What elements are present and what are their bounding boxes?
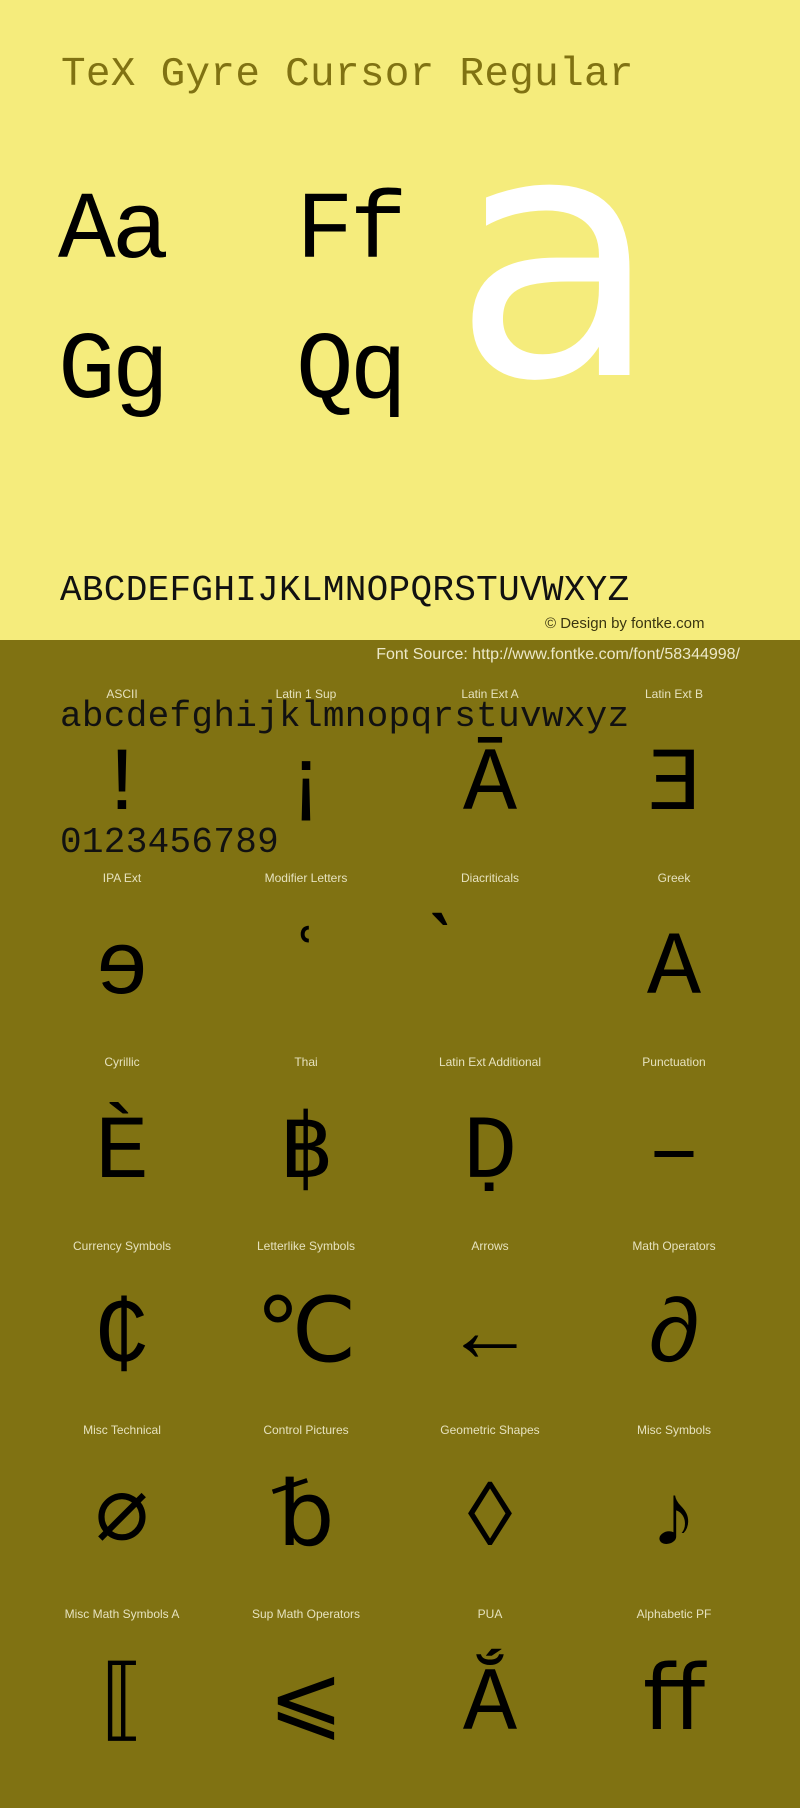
block-sample-glyph: Ǝ: [646, 735, 701, 837]
unicode-block-cell: Punctuation –: [582, 1054, 766, 1238]
block-label: Misc Symbols: [636, 1423, 711, 1437]
block-label: Latin Ext Additional: [438, 1055, 542, 1069]
block-label: Currency Symbols: [72, 1239, 172, 1253]
block-label: Greek: [657, 871, 691, 885]
specimen-header-panel: TeX Gyre Cursor Regular Aa Ff Gg Qq a AB…: [0, 0, 800, 863]
block-sample-glyph: ♪: [646, 1471, 701, 1573]
unicode-block-cell: Sup Math Operators ⩽: [214, 1606, 398, 1790]
unicode-block-cell: Currency Symbols ₵: [30, 1238, 214, 1422]
unicode-block-cell: Diacriticals̀: [398, 870, 582, 1054]
unicode-block-cell: Misc Symbols ♪: [582, 1422, 766, 1606]
block-sample-glyph: Ắ: [462, 1655, 517, 1757]
block-sample-glyph: ﬀ: [642, 1655, 705, 1757]
block-sample-glyph: ɘ: [94, 919, 149, 1021]
unicode-block-cell: Alphabetic PF ﬀ: [582, 1606, 766, 1790]
block-label: ASCII: [106, 687, 138, 701]
unicode-block-cell: PUA Ắ: [398, 1606, 582, 1790]
glyph-pair-gg: Gg: [58, 317, 169, 426]
block-sample-glyph: ℃: [255, 1287, 357, 1389]
glyph-pair-qq: Qq: [296, 317, 407, 426]
block-label: Cyrillic: [104, 1055, 140, 1069]
block-sample-glyph: ฿: [278, 1103, 334, 1205]
unicode-block-grid: ASCII! Latin 1 Sup ¡ Latin Ext A Ā Latin Ext …: [30, 686, 766, 1790]
block-sample-glyph: ₵: [94, 1287, 149, 1389]
block-label: Math Operators: [632, 1239, 716, 1253]
unicode-block-cell: Misc Technical ⌀: [30, 1422, 214, 1606]
block-label: Arrows: [471, 1239, 509, 1253]
unicode-block-cell: Latin Ext Additional Ḍ: [398, 1054, 582, 1238]
unicode-block-cell: Misc Math Symbols A ⟦: [30, 1606, 214, 1790]
block-label: Diacriticals: [460, 871, 519, 885]
block-label: Modifier Letters: [264, 871, 348, 885]
block-label: Geometric Shapes: [440, 1423, 540, 1437]
block-sample-glyph: ∂: [646, 1287, 701, 1389]
block-label: Misc Technical: [83, 1423, 161, 1437]
block-sample-glyph: ̀: [328, 900, 582, 1040]
block-label: Sup Math Operators: [251, 1607, 361, 1621]
block-label: Latin Ext A: [461, 687, 519, 701]
design-credit: © Design by fontke.com: [545, 615, 705, 632]
block-label: Latin Ext B: [644, 687, 704, 701]
block-sample-glyph: Ѐ: [94, 1103, 149, 1205]
block-label: Alphabetic PF: [636, 1607, 712, 1621]
unicode-block-cell: Greek Α: [582, 870, 766, 1054]
block-label: Latin 1 Sup: [275, 687, 337, 701]
unicode-block-cell: Thai ฿: [214, 1054, 398, 1238]
unicode-block-cell: Letterlike Symbols ℃: [214, 1238, 398, 1422]
block-label: Thai: [294, 1055, 318, 1069]
unicode-block-cell: Geometric Shapes ◊: [398, 1422, 582, 1606]
block-sample-glyph: ⌀: [94, 1471, 150, 1573]
unicode-block-cell: Arrows ←: [398, 1238, 582, 1422]
block-sample-glyph: ⩽: [268, 1655, 344, 1757]
block-label: PUA: [477, 1607, 503, 1621]
unicode-block-cell: IPA Ext ɘ: [30, 870, 214, 1054]
block-label: Control Pictures: [263, 1423, 349, 1437]
unicode-block-cell: Cyrillic Ѐ: [30, 1054, 214, 1238]
block-sample-glyph: !: [94, 735, 149, 837]
block-sample-glyph: Ḍ: [462, 1103, 517, 1205]
block-sample-glyph: –: [646, 1103, 701, 1205]
font-source-link[interactable]: Font Source: http://www.fontke.com/font/…: [376, 645, 740, 665]
block-sample-glyph: ¡: [278, 735, 333, 837]
block-label: Letterlike Symbols: [256, 1239, 356, 1253]
block-sample-glyph: Α: [646, 919, 701, 1021]
block-label: Punctuation: [642, 1055, 706, 1069]
block-sample-glyph: ␢: [277, 1471, 335, 1573]
block-sample-glyph: ⟦: [94, 1655, 150, 1757]
block-sample-glyph: Ā: [462, 735, 517, 837]
glyph-pair-aa: Aa: [58, 177, 169, 286]
unicode-block-cell: ASCII!: [30, 686, 214, 870]
hero-glyph: a: [452, 60, 661, 456]
unicode-block-cell: Latin Ext B Ǝ: [582, 686, 766, 870]
glyph-pair-ff: Ff: [296, 177, 407, 286]
block-sample-glyph: ◊: [462, 1471, 517, 1573]
unicode-block-cell: Math Operators ∂: [582, 1238, 766, 1422]
unicode-block-cell: Latin Ext A Ā: [398, 686, 582, 870]
unicode-block-cell: Control Pictures ␢: [214, 1422, 398, 1606]
block-label: Misc Math Symbols A: [64, 1607, 180, 1621]
block-label: IPA Ext: [102, 871, 142, 885]
charset-uppercase: ABCDEFGHIJKLMNOPQRSTUVWXYZ: [60, 570, 630, 611]
unicode-block-cell: Latin 1 Sup ¡: [214, 686, 398, 870]
block-sample-glyph: ←: [462, 1287, 517, 1389]
